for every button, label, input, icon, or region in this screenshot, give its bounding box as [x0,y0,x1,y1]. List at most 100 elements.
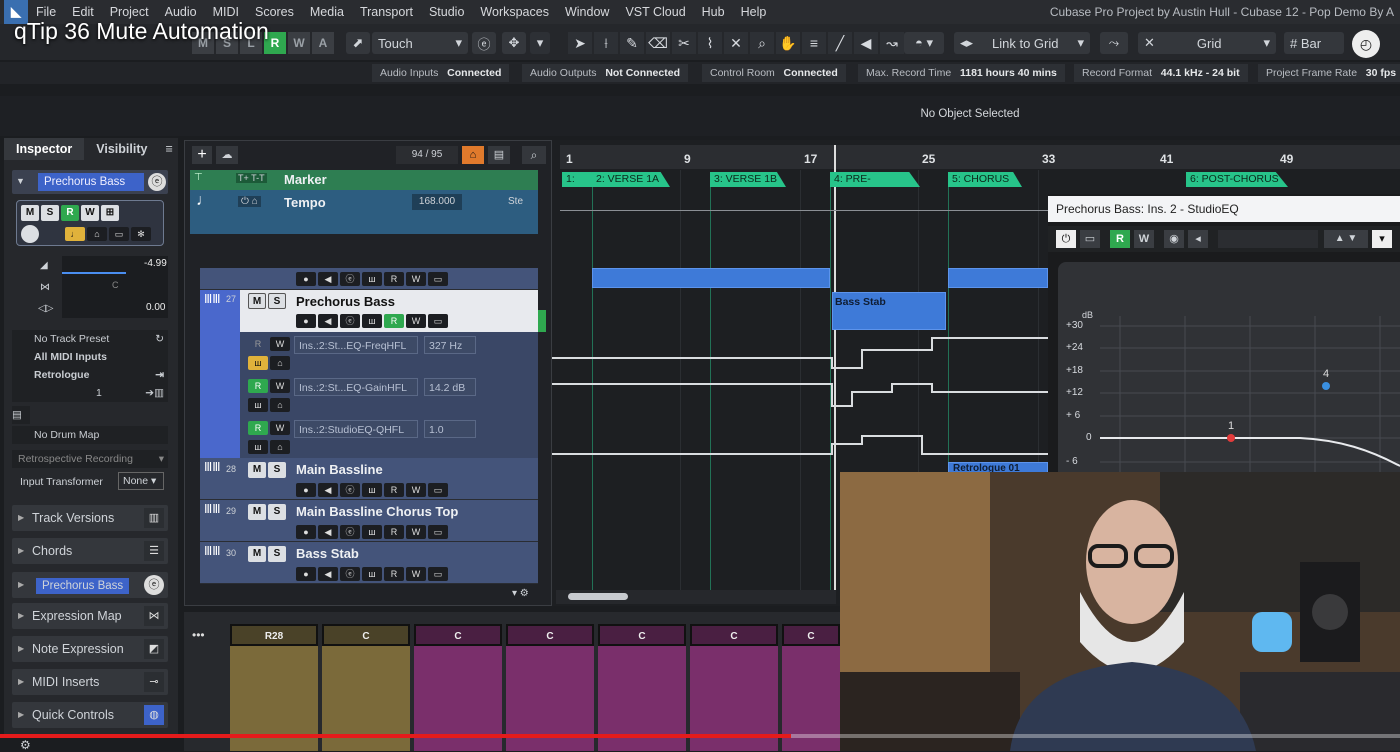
warp-tool-icon[interactable]: ↝ [880,32,904,54]
mute-button[interactable]: M [248,293,266,309]
automation-mode-select[interactable]: Touch ▾ [372,32,468,54]
automation-curves[interactable] [552,330,1052,460]
automation-icon[interactable]: ш [362,483,382,497]
zoom-tool-icon[interactable]: ⌕ [750,32,774,54]
record-icon[interactable]: ● [296,483,316,497]
monitor-icon[interactable]: ◀ [318,272,338,286]
settings-gear-icon[interactable]: ⚙ [20,738,31,752]
marker-buttons[interactable]: T+ T-T [236,173,267,183]
tempo-track[interactable]: ♩ ⏻ ⌂ Tempo 168.000 Ste [190,190,538,234]
section-quick-controls[interactable]: Quick Controls◍ [12,702,168,728]
mixer-strip[interactable]: C [782,624,840,751]
volume-fader[interactable] [62,272,126,274]
mute-button[interactable]: M [248,504,266,520]
preset-icon[interactable]: ◉ [1164,230,1184,248]
automation-mode-icon[interactable]: ⬈ [346,32,370,54]
solo-button[interactable]: S [268,293,286,309]
erase-tool-icon[interactable]: ⌫ [646,32,670,54]
midi-output-row[interactable]: Retrologue ⇥ [12,366,168,384]
menu-midi[interactable]: MIDI [205,5,247,19]
read-icon[interactable]: R [384,525,404,539]
record-icon[interactable]: ● [296,567,316,581]
menu-icon[interactable]: ≡ [159,138,178,160]
read-icon[interactable]: R [248,337,268,351]
move-icon[interactable]: ✥ [502,32,526,54]
list-icon[interactable]: ▤ [488,146,510,164]
solo-button[interactable]: S [268,546,286,562]
automation-icon[interactable]: ш [362,567,382,581]
e-icon[interactable]: ⓔ [472,32,496,54]
marker-verse-1b[interactable]: 3: VERSE 1B [710,172,786,187]
menu-help[interactable]: Help [733,5,775,19]
section-note-expression[interactable]: Note Expression◩ [12,636,168,662]
track-settings-icon[interactable]: ▾ ⚙ [512,588,529,599]
lanes-icon[interactable]: ▭ [428,567,448,581]
power-icon[interactable]: ⏻ [1056,230,1076,248]
lock-icon[interactable]: ⌂ [87,227,107,241]
lanes-icon[interactable]: ▭ [428,314,448,328]
mixer-strip[interactable]: C [322,624,410,751]
edit-instrument-icon[interactable]: ⓔ [148,173,166,191]
track-preset-row[interactable]: No Track Preset ↻ [12,330,168,348]
mixer-strip[interactable]: C [690,624,778,751]
record-enable-button[interactable] [21,225,39,243]
bypass-icon[interactable]: ▭ [1080,230,1100,248]
menu-audio[interactable]: Audio [157,5,205,19]
track-row-partial[interactable]: ● ◀ ⓔ ш R W ▭ [200,268,538,290]
tempo-value[interactable]: 168.000 [412,194,462,210]
section-chords[interactable]: Chords☰ [12,538,168,564]
lane2-value[interactable]: 14.2 dB [424,378,476,396]
write-icon[interactable]: W [406,567,426,581]
track-row-main-bassline[interactable]: ⅢⅢ 28 MS Main Bassline ● ◀ ⓔ ш R W ▭ [200,458,538,500]
inspector-track-header[interactable]: ▼ Prechorus Bass ⓔ [12,170,168,194]
range-tool-icon[interactable]: ⟊ [594,32,618,54]
mixer-strip[interactable]: C [598,624,686,751]
lane2-parameter[interactable]: Ins.:2:St...EQ-GainHFL [294,378,418,396]
read-icon[interactable]: R [384,483,404,497]
mute-automation-icon[interactable]: ш [248,356,268,370]
menu-scores[interactable]: Scores [247,5,302,19]
menu-media[interactable]: Media [302,5,352,19]
lock-icon[interactable]: ⌂ [270,398,290,412]
preset-field[interactable] [1218,230,1318,248]
lanes-icon[interactable]: ▭ [109,227,129,241]
write-icon[interactable]: W [270,337,290,351]
section-expression-map[interactable]: Expression Map⋈ [12,603,168,629]
write-icon[interactable]: W [406,525,426,539]
menu-vst-cloud[interactable]: VST Cloud [617,5,693,19]
menu-studio[interactable]: Studio [421,5,472,19]
search-icon[interactable]: ⌕ [522,146,546,164]
record-icon[interactable]: ● [296,314,316,328]
add-track-button[interactable]: + [192,146,212,164]
lanes-icon[interactable]: ▭ [428,272,448,286]
automation-icon[interactable]: ш [362,525,382,539]
menu-file[interactable]: File [28,5,64,19]
automation-icon[interactable]: ш [362,314,382,328]
write-button[interactable]: W [81,205,99,221]
solo-button[interactable]: S [41,205,59,221]
track-row-bass-stab[interactable]: ⅢⅢ 30 MS Bass Stab ● ◀ ⓔ ш R W ▭ [200,542,538,584]
monitor-icon[interactable]: ◀ [318,567,338,581]
midi-channel-row[interactable]: 1 ➔▥ [12,384,168,402]
marker-track[interactable]: ⊤ T+ T-T Marker [190,170,538,190]
freeze-icon[interactable]: ✻ [131,227,151,241]
line-tool-icon[interactable]: ╱ [828,32,852,54]
notation-icon[interactable]: ▤ [12,406,30,424]
midi-input-row[interactable]: All MIDI Inputs [12,348,168,366]
add-track-menu-icon[interactable]: ☁ [216,146,238,164]
marker-post-chorus[interactable]: 6: POST-CHORUS [1186,172,1288,187]
mixer-strip[interactable]: R28 [230,624,318,751]
marker-verse-1a[interactable]: 2: VERSE 1A [592,172,670,187]
lanes-icon[interactable]: ▭ [428,483,448,497]
monitor-icon[interactable]: ◀ [318,525,338,539]
lane3-value[interactable]: 1.0 [424,420,476,438]
mute-button[interactable]: M [248,546,266,562]
draw-tool-icon[interactable]: ✎ [620,32,644,54]
lock-icon[interactable]: ⌂ [270,440,290,454]
tab-visibility[interactable]: Visibility [84,138,159,160]
hand-tool-icon[interactable]: ✋ [776,32,800,54]
status-record-format[interactable]: Record Format 44.1 kHz - 24 bit [1074,64,1248,82]
play-tool-icon[interactable]: ◀ [854,32,878,54]
monitor-icon[interactable]: ◀ [318,483,338,497]
retrospective-row[interactable]: Retrospective Recording ▾ [12,450,168,468]
